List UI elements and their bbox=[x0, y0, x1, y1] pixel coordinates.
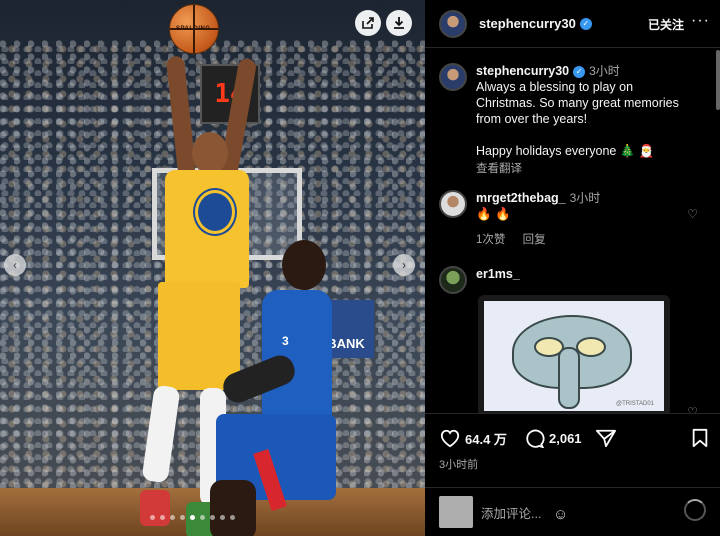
comment-text: 🔥 🔥 bbox=[476, 207, 511, 221]
list-item: mrget2thebag_ 3小时 🔥 🔥 1次赞 回复 bbox=[439, 190, 696, 248]
defender-jersey bbox=[262, 290, 332, 420]
shooter-shorts bbox=[158, 282, 240, 390]
carousel-dot bbox=[200, 515, 205, 520]
comment-count: 2,061 bbox=[549, 430, 582, 446]
reply-button[interactable]: 回复 bbox=[523, 234, 546, 246]
comment-button[interactable]: 2,061 bbox=[523, 428, 582, 448]
comment-time: 3小时 bbox=[569, 191, 601, 205]
avatar[interactable] bbox=[439, 266, 467, 294]
comment-likes[interactable]: 1次赞 bbox=[476, 234, 505, 246]
comment-composer: 添加评论... ☺ bbox=[425, 487, 720, 536]
scrollbar[interactable] bbox=[716, 50, 720, 110]
carousel-dot bbox=[150, 515, 155, 520]
caption-time: 3小时 bbox=[589, 64, 620, 78]
comment-meta: 1次赞 回复 bbox=[476, 232, 696, 248]
like-count: 64.4 万 bbox=[465, 431, 507, 447]
carousel-dot bbox=[170, 515, 175, 520]
image-watermark: @TRISTAD01 bbox=[616, 401, 654, 407]
warriors-logo-icon bbox=[195, 190, 235, 234]
bookmark-icon bbox=[692, 428, 708, 448]
emoji-icon[interactable]: ☺ bbox=[553, 506, 568, 523]
like-comment-icon[interactable]: ♡ bbox=[687, 405, 698, 413]
squidward-eye bbox=[576, 337, 606, 357]
next-image-icon[interactable]: › bbox=[393, 254, 415, 276]
comment-username[interactable]: er1ms_ bbox=[476, 267, 520, 281]
save-button[interactable] bbox=[691, 428, 713, 448]
post-actions: 64.4 万 2,061 3小时前 bbox=[425, 413, 720, 487]
comment-icon bbox=[526, 429, 545, 448]
emoji-placeholder-image bbox=[439, 496, 473, 528]
caption-text-2: Happy holidays everyone 🎄 🎅 bbox=[476, 144, 655, 158]
post-photo[interactable]: 14 BANK SPALDING 3 ‹ › bbox=[0, 0, 425, 536]
carousel-dot-active bbox=[190, 515, 195, 520]
share-icon[interactable] bbox=[355, 10, 381, 36]
avatar[interactable] bbox=[439, 63, 467, 91]
carousel-dot bbox=[160, 515, 165, 520]
comment-input[interactable]: 添加评论... bbox=[481, 503, 541, 522]
verified-badge-icon: ✓ bbox=[579, 17, 592, 30]
like-button[interactable]: 64.4 万 bbox=[439, 428, 507, 448]
defender-head bbox=[282, 240, 326, 290]
shooter-head bbox=[192, 132, 228, 174]
shooter-shoe-left bbox=[140, 490, 170, 526]
send-icon bbox=[596, 429, 616, 448]
like-comment-icon[interactable]: ♡ bbox=[687, 207, 698, 221]
post-timestamp: 3小时前 bbox=[439, 459, 479, 471]
carousel-dot bbox=[220, 515, 225, 520]
carousel-dot bbox=[210, 515, 215, 520]
following-button[interactable]: 已关注 bbox=[648, 16, 684, 33]
post-side-panel: stephencurry30 ✓ 已关注 ··· stephencurry30 ✓… bbox=[425, 0, 720, 536]
caption-text: Always a blessing to play on Christmas. … bbox=[476, 80, 679, 126]
share-button[interactable] bbox=[595, 428, 621, 448]
comment-username[interactable]: mrget2thebag_ bbox=[476, 191, 566, 205]
list-item: er1ms_ bbox=[439, 266, 696, 294]
prev-image-icon[interactable]: ‹ bbox=[4, 254, 26, 276]
post-header: stephencurry30 ✓ 已关注 ··· bbox=[425, 0, 720, 48]
ball-brand: SPALDING bbox=[176, 26, 211, 32]
comment-body: mrget2thebag_ 3小时 🔥 🔥 1次赞 回复 bbox=[476, 190, 696, 248]
comment-image[interactable]: @TRISTAD01 bbox=[478, 295, 670, 413]
carousel-dot bbox=[180, 515, 185, 520]
carousel-indicator bbox=[150, 515, 235, 520]
avatar[interactable] bbox=[439, 190, 467, 218]
carousel-dot bbox=[230, 515, 235, 520]
caption-body: stephencurry30 ✓ 3小时 Always a blessing to … bbox=[476, 63, 696, 177]
verified-badge-icon: ✓ bbox=[573, 66, 586, 78]
avatar[interactable] bbox=[439, 9, 467, 38]
more-options-icon[interactable]: ··· bbox=[691, 12, 710, 30]
heart-icon bbox=[440, 429, 460, 448]
squidward-nose bbox=[558, 347, 580, 409]
caption: stephencurry30 ✓ 3小时 Always a blessing to … bbox=[439, 63, 696, 177]
comments-list[interactable]: stephencurry30 ✓ 3小时 Always a blessing to … bbox=[425, 49, 720, 413]
defender-number: 3 bbox=[282, 334, 289, 348]
comment-body: er1ms_ bbox=[476, 266, 696, 294]
defender-leg bbox=[210, 480, 256, 536]
download-icon[interactable] bbox=[386, 10, 412, 36]
caption-username[interactable]: stephencurry30 bbox=[476, 64, 569, 78]
header-username[interactable]: stephencurry30 bbox=[479, 16, 576, 31]
loading-spinner-icon bbox=[684, 499, 706, 521]
translate-link[interactable]: 查看翻译 bbox=[476, 161, 696, 177]
